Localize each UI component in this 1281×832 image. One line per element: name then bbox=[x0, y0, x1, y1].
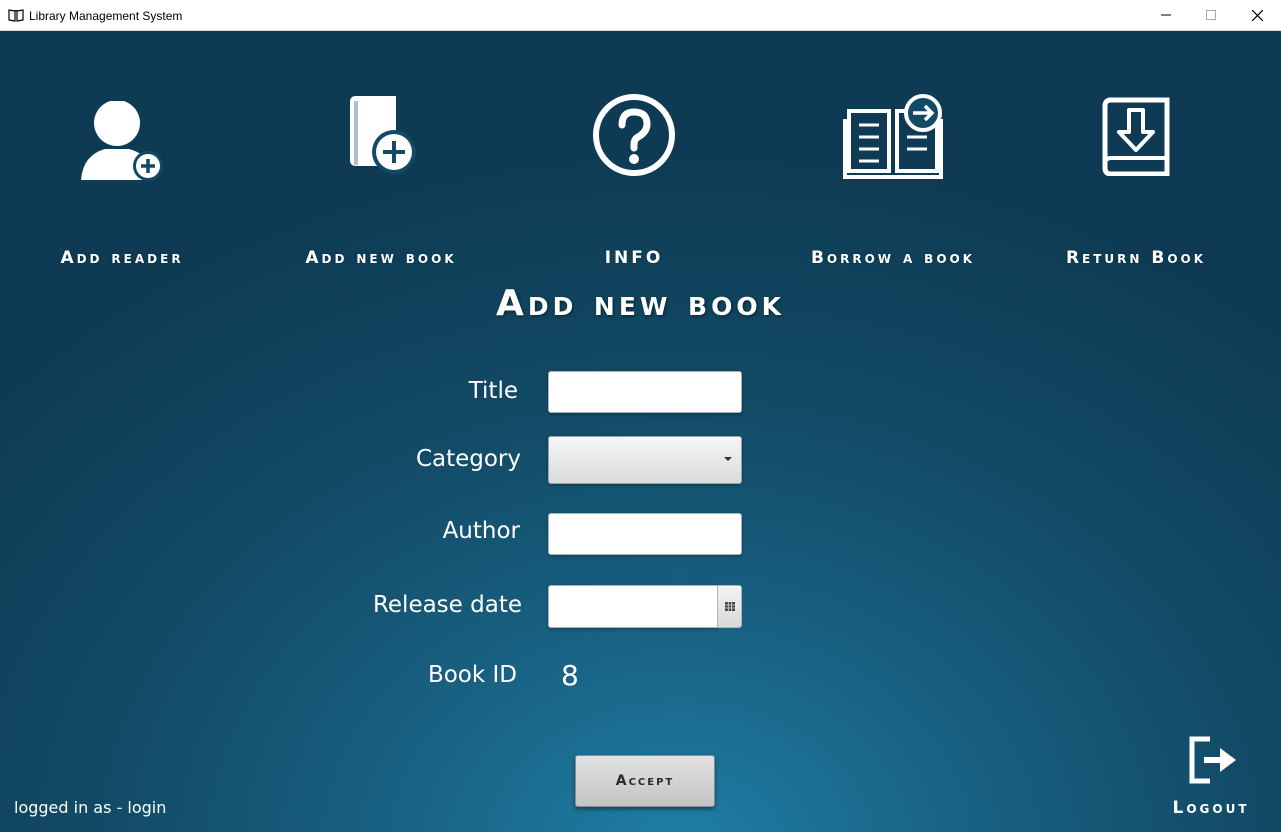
window-titlebar: Library Management System bbox=[0, 0, 1281, 31]
logout-button[interactable]: Logout bbox=[1158, 735, 1264, 825]
close-button[interactable] bbox=[1234, 0, 1280, 30]
maximize-button[interactable] bbox=[1188, 0, 1234, 30]
release-date-label: Release date bbox=[372, 592, 522, 618]
logged-in-status: logged in as - login bbox=[14, 798, 167, 817]
maximize-icon bbox=[1206, 10, 1216, 20]
calendar-icon bbox=[724, 602, 735, 611]
borrow-book-label: Borrow a book bbox=[810, 248, 976, 268]
window-title: Library Management System bbox=[29, 9, 183, 23]
page-title: Add new book bbox=[496, 283, 785, 324]
accept-button[interactable]: Accept bbox=[575, 755, 715, 807]
info-label: INFO bbox=[604, 248, 664, 268]
user-add-icon bbox=[81, 101, 163, 181]
author-label: Author bbox=[442, 518, 520, 544]
book-id-value: 8 bbox=[561, 659, 579, 692]
category-select[interactable] bbox=[548, 436, 742, 484]
author-input[interactable] bbox=[548, 513, 742, 555]
question-icon bbox=[593, 94, 675, 176]
book-add-icon bbox=[350, 96, 416, 174]
add-reader-label: Add reader bbox=[60, 248, 184, 268]
minimize-icon bbox=[1161, 14, 1171, 16]
add-new-book-label: Add new book bbox=[305, 248, 457, 268]
title-input[interactable] bbox=[548, 371, 742, 413]
book-return-icon bbox=[1102, 97, 1170, 176]
open-book-icon bbox=[8, 7, 24, 23]
calendar-button[interactable] bbox=[717, 585, 742, 628]
logout-icon bbox=[1189, 736, 1236, 784]
category-label: Category bbox=[415, 446, 521, 472]
title-label: Title bbox=[468, 378, 518, 404]
main-panel: Add reader Add new book INFO Borrow a bo… bbox=[0, 31, 1281, 832]
book-id-label: Book ID bbox=[427, 662, 517, 688]
logout-label: Logout bbox=[1172, 798, 1250, 818]
close-icon bbox=[1251, 9, 1263, 21]
release-date-input[interactable] bbox=[548, 585, 718, 628]
open-book-arrow-icon bbox=[843, 94, 943, 179]
minimize-button[interactable] bbox=[1143, 0, 1189, 30]
release-date-picker bbox=[548, 585, 742, 628]
return-book-label: Return Book bbox=[1065, 248, 1207, 268]
chevron-down-icon bbox=[724, 457, 732, 461]
